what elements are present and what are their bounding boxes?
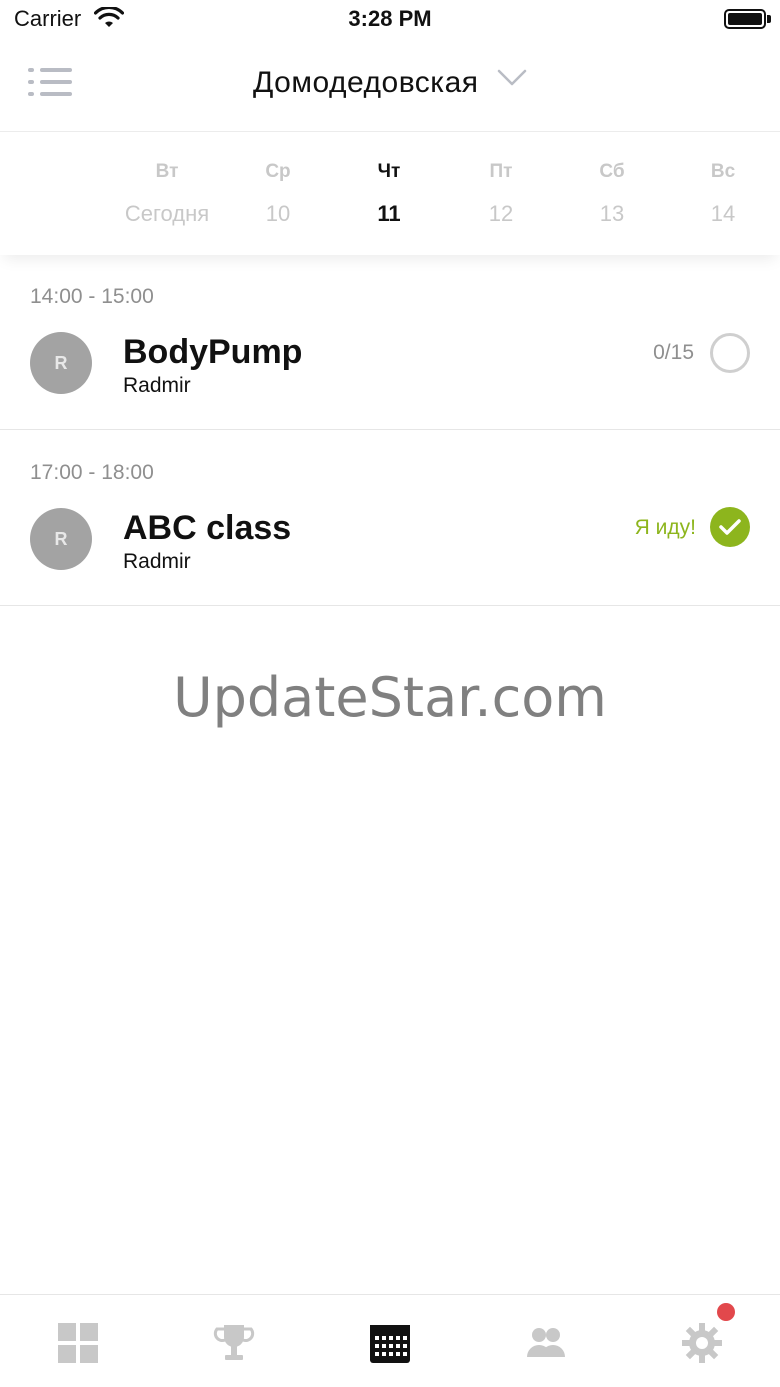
battery-icon	[724, 9, 766, 29]
header: Домодедовская	[0, 40, 780, 132]
day-sat[interactable]: Сб 13	[552, 161, 672, 227]
class-time: 17:00 - 18:00	[30, 461, 154, 484]
class-item[interactable]: 17:00 - 18:00 R ABC class Radmir Я иду!	[0, 430, 780, 606]
day-name: Ср	[265, 161, 291, 182]
avatar: R	[30, 508, 92, 570]
day-name: Вт	[155, 161, 179, 182]
watermark: UpdateStar.com	[173, 666, 607, 729]
day-thu[interactable]: Чт 11	[329, 161, 449, 227]
club-picker[interactable]: Домодедовская	[0, 66, 780, 100]
class-title: BodyPump	[123, 333, 303, 371]
class-time: 14:00 - 15:00	[30, 285, 154, 308]
day-number: 13	[599, 201, 625, 226]
day-number: 12	[488, 201, 514, 226]
class-title: ABC class	[123, 509, 292, 547]
day-number: 14	[710, 201, 736, 226]
day-fri[interactable]: Пт 12	[441, 161, 561, 227]
day-number: 10	[265, 201, 291, 226]
trainer-name: Radmir	[123, 550, 191, 573]
day-tue[interactable]: Вт Сегодня	[107, 161, 227, 227]
trainer-name: Radmir	[123, 374, 191, 397]
day-sun[interactable]: Вс 14	[663, 161, 780, 227]
grid-icon	[58, 1323, 98, 1363]
gear-icon	[682, 1323, 722, 1363]
club-name: Домодедовская	[253, 66, 479, 99]
calendar-icon	[370, 1325, 410, 1363]
chevron-down-icon	[497, 69, 527, 86]
day-name: Сб	[599, 161, 625, 182]
class-item[interactable]: 14:00 - 15:00 R BodyPump Radmir 0/15	[0, 255, 780, 430]
capacity-count: 0/15	[653, 341, 694, 364]
tab-bar	[0, 1294, 780, 1387]
day-name: Вс	[710, 161, 736, 182]
tab-dashboard[interactable]	[56, 1321, 100, 1365]
trophy-icon	[213, 1325, 255, 1360]
tab-achievements[interactable]	[212, 1321, 256, 1365]
tab-settings[interactable]	[680, 1321, 724, 1365]
day-number: Сегодня	[124, 201, 210, 226]
day-wed[interactable]: Ср 10	[218, 161, 338, 227]
going-label: Я иду!	[634, 516, 696, 539]
avatar: R	[30, 332, 92, 394]
week-strip: Вт Сегодня Ср 10 Чт 11 Пт 12 Сб 13 Вс 14	[0, 133, 780, 255]
day-name: Чт	[377, 161, 401, 182]
users-icon	[527, 1328, 565, 1357]
book-radio[interactable]	[710, 333, 750, 373]
day-name: Пт	[489, 161, 513, 182]
tab-community[interactable]	[524, 1321, 568, 1365]
tab-schedule[interactable]	[368, 1321, 412, 1365]
check-icon[interactable]	[710, 507, 750, 547]
day-number: 11	[377, 201, 401, 226]
status-bar: Carrier 3:28 PM	[0, 0, 780, 40]
notification-badge	[717, 1303, 735, 1321]
status-time: 3:28 PM	[348, 6, 432, 31]
battery-tip	[767, 15, 771, 23]
